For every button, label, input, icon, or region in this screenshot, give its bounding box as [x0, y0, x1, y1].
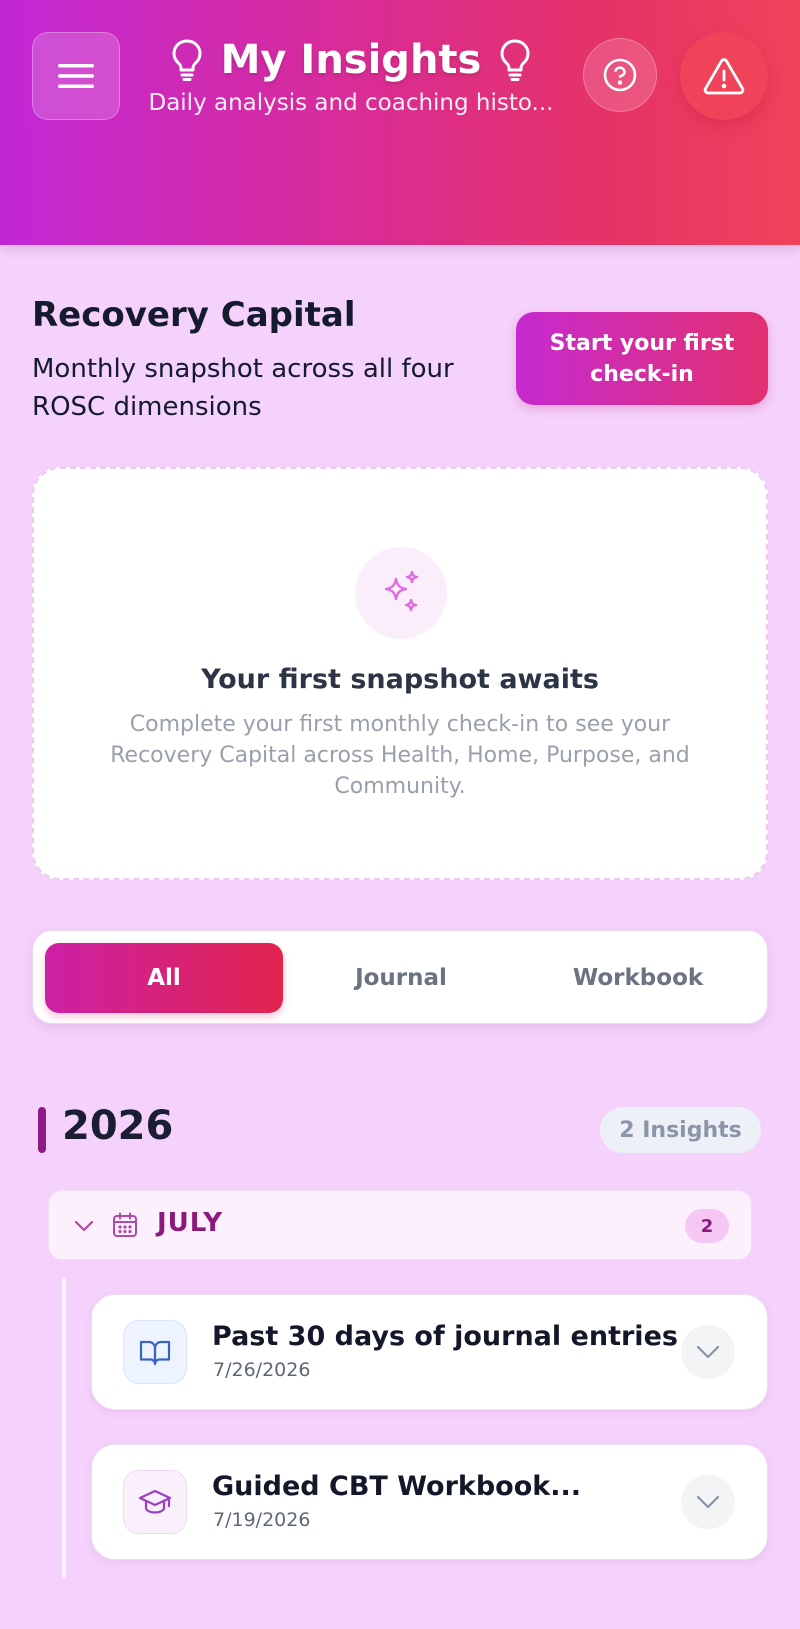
tab-all[interactable]: All — [45, 943, 283, 1013]
chevron-down-icon — [73, 1215, 95, 1237]
empty-snapshot-text: Complete your first monthly check-in to … — [110, 712, 690, 799]
insight-icon-badge — [123, 1320, 187, 1384]
year-heading: 2026 — [62, 1103, 174, 1149]
expand-insight-button[interactable] — [681, 1325, 735, 1379]
recovery-capital-subtitle: Monthly snapshot across all four ROSC di… — [32, 354, 454, 422]
sparkles-icon-badge — [355, 547, 447, 639]
insight-icon-badge — [123, 1470, 187, 1534]
insight-title: Past 30 days of journal entries — [212, 1321, 678, 1352]
expand-insight-button[interactable] — [681, 1475, 735, 1529]
tab-workbook[interactable]: Workbook — [519, 943, 757, 1013]
calendar-icon — [111, 1211, 139, 1239]
recovery-capital-title: Recovery Capital — [32, 295, 356, 335]
year-accent-bar — [38, 1107, 46, 1153]
lightbulb-icon — [167, 36, 207, 84]
tab-journal[interactable]: Journal — [282, 943, 520, 1013]
menu-button[interactable] — [32, 32, 120, 120]
insight-date: 7/19/2026 — [213, 1509, 311, 1531]
insight-date: 7/26/2026 — [213, 1359, 311, 1381]
app-header: My Insights Daily analysis and coaching … — [0, 0, 800, 245]
month-group-header[interactable]: JULY 2 — [48, 1190, 752, 1260]
start-checkin-button[interactable]: Start your first check-in — [516, 312, 768, 405]
month-label: JULY — [157, 1208, 224, 1238]
insight-card[interactable]: Guided CBT Workbook... 7/19/2026 — [91, 1444, 768, 1560]
sparkles-icon — [384, 570, 419, 612]
insight-title: Guided CBT Workbook... — [212, 1471, 582, 1502]
empty-snapshot-card: Your first snapshot awaits Complete your… — [32, 467, 768, 880]
insight-filter-tabs: All Journal Workbook — [32, 930, 768, 1024]
warning-triangle-icon — [703, 58, 745, 95]
help-button[interactable] — [583, 38, 657, 112]
chevron-down-icon — [696, 1345, 720, 1359]
page-subtitle: Daily analysis and coaching histo... — [148, 90, 554, 116]
empty-snapshot-title: Your first snapshot awaits — [201, 664, 599, 695]
help-circle-icon — [603, 58, 637, 92]
timeline-line — [62, 1278, 66, 1578]
month-count-badge: 2 — [685, 1209, 729, 1243]
graduation-cap-icon — [138, 1489, 172, 1514]
page-title: My Insights — [220, 37, 482, 83]
book-open-icon — [139, 1340, 171, 1366]
lightbulb-icon — [495, 36, 535, 84]
chevron-down-icon — [696, 1495, 720, 1509]
crisis-alert-button[interactable] — [680, 32, 768, 120]
insight-card[interactable]: Past 30 days of journal entries 7/26/202… — [91, 1294, 768, 1410]
header-title-row: My Insights — [130, 32, 572, 88]
menu-icon — [58, 64, 94, 88]
year-insight-count-badge: 2 Insights — [600, 1107, 761, 1153]
